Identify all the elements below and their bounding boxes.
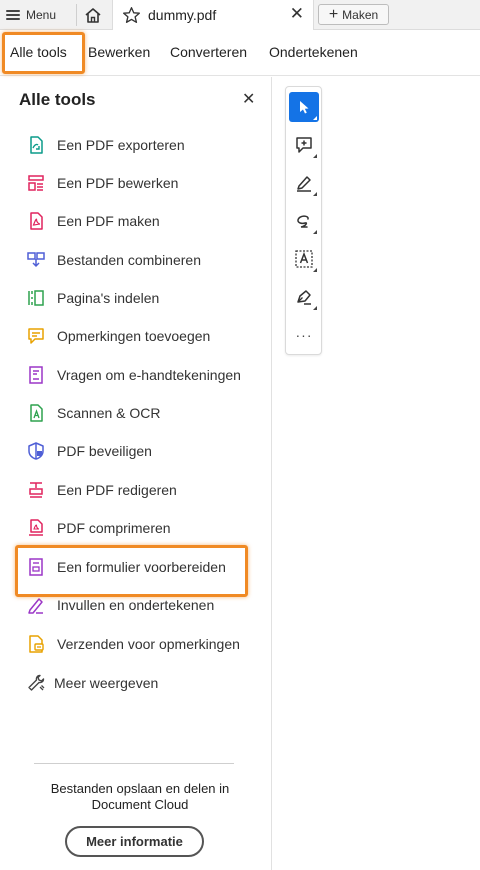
quick-tools-toolbar: ··· [285, 86, 322, 355]
main-menu-bar: Alle tools Bewerken Converteren Ondertek… [0, 30, 480, 76]
redact-pdf-icon [29, 482, 43, 498]
tool-label: Vragen om e-handtekeningen [57, 367, 241, 383]
tool-fill-sign[interactable]: Invullen en ondertekenen [26, 592, 262, 618]
tab-bar: Menu dummy.pdf ✕ + Maken [0, 0, 480, 30]
tool-label: Invullen en ondertekenen [57, 597, 215, 613]
more-info-button[interactable]: Meer informatie [65, 826, 204, 857]
text-select-icon [295, 250, 313, 268]
cloud-promo-line-2: Document Cloud [91, 797, 189, 812]
tool-label: PDF beveiligen [57, 443, 152, 459]
new-label: Maken [342, 7, 379, 22]
tool-label: Meer weergeven [54, 675, 159, 691]
tool-prepare-form[interactable]: Een formulier voorbereiden [26, 554, 262, 580]
draw-button[interactable] [289, 206, 319, 236]
plus-icon: + [328, 5, 339, 23]
tool-organize-pages[interactable]: Pagina's indelen [26, 285, 262, 311]
home-icon [85, 7, 101, 23]
tool-label: Opmerkingen toevoegen [57, 328, 211, 344]
organize-pages-icon [28, 290, 44, 306]
scan-ocr-icon [30, 404, 43, 422]
tab-title: dummy.pdf [148, 7, 217, 23]
close-panel-icon[interactable]: ✕ [242, 89, 255, 109]
more-options-icon: ··· [295, 327, 313, 343]
highlight-pen-icon [297, 176, 311, 192]
expand-corner-icon [313, 306, 317, 310]
sign-pen-icon [297, 290, 311, 305]
compress-pdf-icon [29, 519, 43, 536]
request-esign-icon [29, 366, 43, 384]
sign-button[interactable] [289, 282, 319, 312]
tool-create-pdf[interactable]: Een PDF maken [26, 208, 262, 234]
new-button[interactable]: + Maken [318, 4, 389, 25]
document-tab[interactable]: dummy.pdf ✕ [112, 0, 314, 30]
select-tool-button[interactable] [289, 92, 319, 122]
tool-compress-pdf[interactable]: PDF comprimeren [26, 515, 262, 541]
tool-label: PDF comprimeren [57, 520, 171, 536]
create-pdf-icon [30, 212, 43, 230]
expand-corner-icon [313, 116, 317, 120]
hamburger-icon [6, 10, 20, 20]
tool-label: Verzenden voor opmerkingen [57, 636, 240, 652]
tool-add-comments[interactable]: Opmerkingen toevoegen [26, 323, 262, 349]
expand-corner-icon [313, 154, 317, 158]
tool-label: Een PDF redigeren [57, 482, 177, 498]
menu-button[interactable]: Menu [6, 4, 56, 26]
tool-label: Een formulier voorbereiden [57, 559, 226, 575]
tool-label: Een PDF maken [57, 213, 160, 229]
menu-item-edit[interactable]: Bewerken [88, 44, 150, 60]
fill-sign-icon [28, 598, 43, 614]
star-icon[interactable] [122, 6, 141, 30]
draw-freehand-icon [297, 215, 309, 228]
tool-edit-pdf[interactable]: Een PDF bewerken [26, 170, 262, 196]
tool-send-comments[interactable]: Verzenden voor opmerkingen [26, 631, 262, 657]
menu-item-all-tools[interactable]: Alle tools [10, 44, 67, 60]
menu-item-sign[interactable]: Ondertekenen [269, 44, 358, 60]
tool-show-more[interactable]: Meer weergeven [26, 670, 262, 696]
select-cursor-icon [300, 101, 309, 114]
divider [76, 4, 77, 26]
close-tab-icon[interactable]: ✕ [290, 4, 304, 24]
tool-label: Bestanden combineren [57, 252, 201, 268]
text-select-button[interactable] [289, 244, 319, 274]
home-button[interactable] [82, 5, 104, 25]
protect-pdf-icon [28, 442, 44, 460]
tool-label: Pagina's indelen [57, 290, 160, 306]
all-tools-panel: Alle tools ✕ Een PDF exporteren Een PDF … [0, 77, 272, 870]
tool-protect-pdf[interactable]: PDF beveiligen [26, 438, 262, 464]
edit-pdf-icon [28, 175, 44, 191]
tool-redact-pdf[interactable]: Een PDF redigeren [26, 477, 262, 503]
tool-combine-files[interactable]: Bestanden combineren [26, 247, 262, 273]
menu-item-convert[interactable]: Converteren [170, 44, 247, 60]
export-pdf-icon [30, 136, 43, 154]
add-comment-icon [296, 137, 312, 153]
tool-label: Scannen & OCR [57, 405, 161, 421]
expand-corner-icon [313, 230, 317, 234]
menu-label: Menu [26, 8, 57, 22]
send-comments-icon [29, 635, 44, 653]
more-tools-button[interactable]: ··· [289, 320, 319, 350]
add-comment-button[interactable] [289, 130, 319, 160]
tool-request-esign[interactable]: Vragen om e-handtekeningen [26, 362, 262, 388]
tool-label: Een PDF exporteren [57, 137, 185, 153]
tool-label: Een PDF bewerken [57, 175, 179, 191]
wrench-icon [28, 674, 45, 691]
panel-title: Alle tools [19, 90, 96, 109]
combine-files-icon [27, 252, 45, 268]
divider [34, 763, 234, 764]
tool-scan-ocr[interactable]: Scannen & OCR [26, 400, 262, 426]
cloud-promo-text: Bestanden opslaan en delen in Document C… [20, 781, 260, 813]
expand-corner-icon [313, 192, 317, 196]
comment-icon [28, 328, 44, 344]
expand-corner-icon [313, 268, 317, 272]
prepare-form-icon [29, 558, 43, 576]
tool-export-pdf[interactable]: Een PDF exporteren [26, 132, 262, 158]
highlight-button[interactable] [289, 168, 319, 198]
cloud-promo-line-1: Bestanden opslaan en delen in [50, 781, 230, 796]
